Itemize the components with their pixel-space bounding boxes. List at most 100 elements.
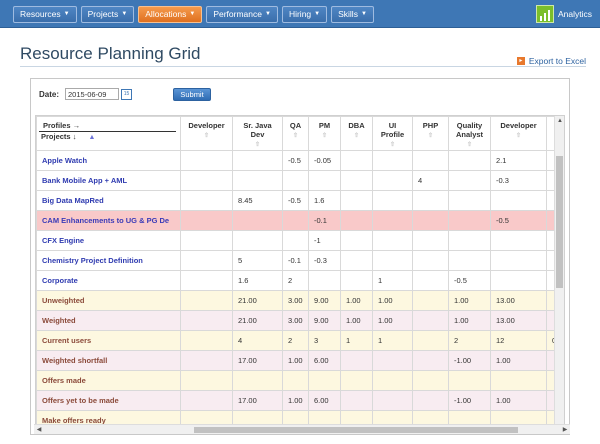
- grid-cell[interactable]: [340, 390, 373, 411]
- grid-cell[interactable]: 3: [308, 330, 341, 351]
- grid-cell[interactable]: 1: [372, 330, 413, 351]
- grid-cell[interactable]: [372, 210, 413, 231]
- column-header[interactable]: PHP ⇧: [412, 116, 449, 151]
- grid-cell[interactable]: 3.00: [282, 290, 309, 311]
- project-name-cell[interactable]: Corporate: [36, 270, 181, 291]
- calendar-icon[interactable]: 15: [121, 88, 133, 100]
- grid-cell[interactable]: [412, 270, 449, 291]
- sort-icon[interactable]: ⇧: [314, 132, 335, 141]
- sort-icon[interactable]: ⇧: [238, 141, 277, 150]
- scroll-right-icon[interactable]: ▶: [560, 425, 570, 435]
- grid-cell[interactable]: -0.5: [448, 270, 491, 291]
- grid-cell[interactable]: -1: [308, 230, 341, 251]
- grid-cell[interactable]: 2: [282, 270, 309, 291]
- vertical-scroll-thumb[interactable]: [556, 156, 563, 288]
- grid-cell[interactable]: -0.5: [282, 190, 309, 211]
- grid-cell[interactable]: [412, 210, 449, 231]
- grid-cell[interactable]: [490, 250, 547, 271]
- column-header[interactable]: Sr. Java Dev ⇧: [232, 116, 283, 151]
- grid-cell[interactable]: 4: [412, 170, 449, 191]
- grid-cell[interactable]: 3.00: [282, 310, 309, 331]
- grid-cell[interactable]: 2: [448, 330, 491, 351]
- grid-cell[interactable]: 13.00: [490, 310, 547, 331]
- grid-cell[interactable]: -1.00: [448, 390, 491, 411]
- grid-cell[interactable]: [340, 370, 373, 391]
- grid-cell[interactable]: [340, 150, 373, 171]
- column-header[interactable]: UI Profile ⇧: [372, 116, 413, 151]
- grid-cell[interactable]: [232, 370, 283, 391]
- nav-item-hiring[interactable]: Hiring ▼: [281, 6, 328, 23]
- sort-icon[interactable]: ⇧: [378, 141, 407, 150]
- grid-cell[interactable]: 1: [340, 330, 373, 351]
- grid-cell[interactable]: [448, 170, 491, 191]
- grid-cell[interactable]: [282, 230, 309, 251]
- submit-button[interactable]: Submit: [173, 87, 212, 101]
- grid-cell[interactable]: [282, 210, 309, 231]
- grid-cell[interactable]: [232, 170, 283, 191]
- grid-cell[interactable]: [412, 390, 449, 411]
- grid-cell[interactable]: 8.45: [232, 190, 283, 211]
- grid-cell[interactable]: [180, 170, 233, 191]
- grid-cell[interactable]: [372, 190, 413, 211]
- grid-cell[interactable]: 1.00: [490, 350, 547, 371]
- grid-cell[interactable]: [448, 230, 491, 251]
- scroll-up-icon[interactable]: ▲: [555, 116, 564, 126]
- project-name-cell[interactable]: Bank Mobile App + AML: [36, 170, 181, 191]
- grid-cell[interactable]: [372, 250, 413, 271]
- vertical-scrollbar[interactable]: ▲ ▼: [554, 116, 564, 430]
- grid-cell[interactable]: [308, 270, 341, 291]
- grid-cell[interactable]: -0.05: [308, 150, 341, 171]
- grid-cell[interactable]: [282, 370, 309, 391]
- grid-cell[interactable]: -1.00: [448, 350, 491, 371]
- column-header[interactable]: Quality Analyst ⇧: [448, 116, 491, 151]
- sort-icon[interactable]: ⇧: [346, 132, 367, 141]
- grid-cell[interactable]: [180, 190, 233, 211]
- grid-cell[interactable]: 9.00: [308, 310, 341, 331]
- sort-icon[interactable]: ⇧: [496, 132, 541, 141]
- sort-icon[interactable]: ⇧: [454, 141, 485, 150]
- sort-icon[interactable]: ⇧: [288, 132, 303, 141]
- analytics-link[interactable]: Analytics: [535, 4, 592, 24]
- grid-cell[interactable]: [180, 250, 233, 271]
- grid-cell[interactable]: [232, 150, 283, 171]
- grid-cell[interactable]: [372, 370, 413, 391]
- grid-cell[interactable]: [180, 350, 233, 371]
- nav-item-performance[interactable]: Performance ▼: [206, 6, 278, 23]
- grid-cell[interactable]: 5: [232, 250, 283, 271]
- grid-cell[interactable]: 1.00: [490, 390, 547, 411]
- grid-cell[interactable]: [232, 230, 283, 251]
- column-header[interactable]: Developer ⇧: [180, 116, 233, 151]
- grid-cell[interactable]: [180, 210, 233, 231]
- grid-cell[interactable]: [340, 190, 373, 211]
- nav-item-projects[interactable]: Projects ▼: [80, 6, 135, 23]
- grid-cell[interactable]: [282, 170, 309, 191]
- grid-cell[interactable]: [448, 370, 491, 391]
- grid-cell[interactable]: 6.00: [308, 350, 341, 371]
- project-name-cell[interactable]: CFX Engine: [36, 230, 181, 251]
- export-to-excel-link[interactable]: ▸ Export to Excel: [516, 56, 586, 66]
- grid-cell[interactable]: [412, 250, 449, 271]
- grid-cell[interactable]: [412, 150, 449, 171]
- grid-cell[interactable]: [412, 370, 449, 391]
- grid-cell[interactable]: [180, 270, 233, 291]
- grid-cell[interactable]: [232, 210, 283, 231]
- grid-cell[interactable]: 1.00: [282, 350, 309, 371]
- column-header[interactable]: Developer ⇧: [490, 116, 547, 151]
- project-name-cell[interactable]: Apple Watch: [36, 150, 181, 171]
- grid-cell[interactable]: 21.00: [232, 290, 283, 311]
- grid-cell[interactable]: [308, 170, 341, 191]
- grid-cell[interactable]: 4: [232, 330, 283, 351]
- grid-cell[interactable]: [308, 370, 341, 391]
- grid-cell[interactable]: -0.5: [282, 150, 309, 171]
- grid-cell[interactable]: 1.6: [232, 270, 283, 291]
- sort-ascending-icon[interactable]: ▲: [88, 134, 95, 141]
- grid-cell[interactable]: [448, 250, 491, 271]
- project-name-cell[interactable]: Big Data MapRed: [36, 190, 181, 211]
- grid-cell[interactable]: [412, 310, 449, 331]
- grid-cell[interactable]: 12: [490, 330, 547, 351]
- grid-cell[interactable]: 13.00: [490, 290, 547, 311]
- grid-cell[interactable]: 1.6: [308, 190, 341, 211]
- grid-cell[interactable]: [448, 150, 491, 171]
- horizontal-scrollbar[interactable]: ◀ ▶: [34, 424, 570, 434]
- grid-cell[interactable]: 1.00: [372, 290, 413, 311]
